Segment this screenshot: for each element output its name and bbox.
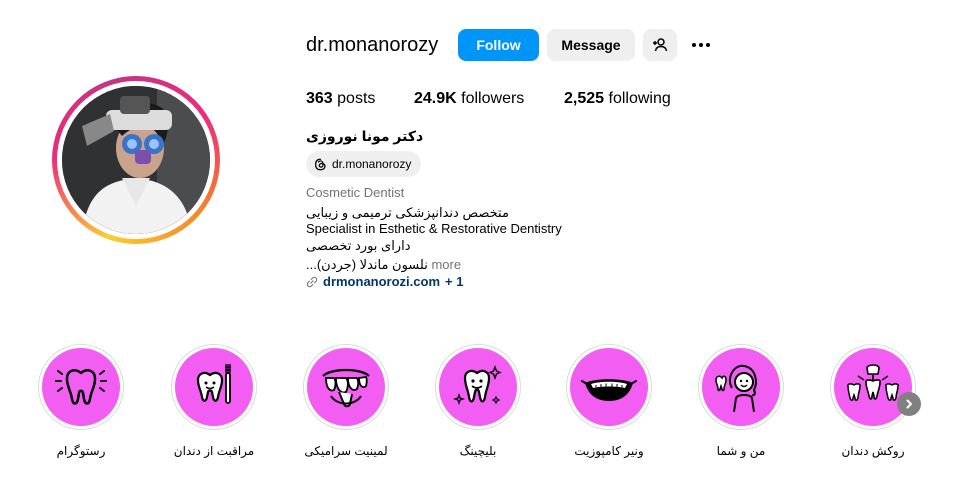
following-link[interactable]: 2,525 following	[564, 90, 671, 108]
threads-handle: dr.monanorozy	[332, 157, 412, 171]
highlight-cover	[570, 348, 648, 426]
highlight-label: لمینیت سرامیکی	[304, 444, 388, 458]
profile-full-name: دکتر مونا نوروزی	[306, 128, 424, 144]
highlight-cover	[702, 348, 780, 426]
highlight-cover	[439, 348, 517, 426]
followers-number: 24.9K	[414, 90, 457, 107]
link-extra: + 1	[445, 274, 464, 289]
message-button[interactable]: Message	[547, 29, 635, 61]
bio-line-truncated: نلسون ماندلا (جردن)... more	[306, 257, 461, 273]
highlight-cover	[175, 348, 253, 426]
highlight-item[interactable]: بلیچینگ	[434, 344, 522, 458]
posts-label: posts	[337, 90, 376, 107]
highlights-next-button[interactable]	[897, 392, 921, 416]
highlight-cover	[307, 348, 385, 426]
more-dot	[699, 43, 703, 47]
avatar-photo	[62, 86, 210, 234]
bio-line: دارای بورد تخصصی	[306, 238, 411, 253]
highlight-cover	[834, 348, 912, 426]
threads-icon	[315, 158, 326, 170]
highlight-item[interactable]: رستوگرام	[37, 344, 125, 458]
more-dot	[692, 43, 696, 47]
story-ring[interactable]	[52, 76, 220, 244]
highlight-cover	[42, 348, 120, 426]
highlight-item[interactable]: من و شما	[697, 344, 785, 458]
avatar[interactable]	[62, 86, 210, 234]
dental-crown-icon	[847, 364, 899, 401]
highlight-ring	[171, 344, 257, 430]
highlight-label: من و شما	[716, 444, 766, 458]
profile-category: Cosmetic Dentist	[306, 185, 405, 200]
highlight-label: رستوگرام	[56, 444, 106, 458]
follow-button[interactable]: Follow	[458, 29, 539, 61]
highlight-label: مراقبت از دندان	[173, 444, 255, 458]
smiling-tooth-icon	[452, 365, 502, 406]
link-text: drmonanorozi.com	[323, 274, 441, 289]
followers-label: followers	[461, 90, 525, 107]
suggest-people-button[interactable]	[643, 29, 677, 61]
highlight-item[interactable]: مراقبت از دندان	[170, 344, 258, 458]
highlight-ring	[698, 344, 784, 430]
veneer-teeth-icon	[322, 368, 370, 408]
following-label: following	[608, 90, 671, 107]
highlight-ring	[303, 344, 389, 430]
chevron-right-icon	[906, 399, 912, 409]
posts-count: 363 posts	[306, 90, 375, 108]
bio-line: متخصص دندانپزشکی ترمیمی و زیبایی	[306, 205, 509, 220]
tooth-toothbrush-icon	[196, 364, 231, 404]
threads-badge[interactable]: dr.monanorozy	[306, 151, 422, 177]
more-options-button[interactable]	[688, 33, 714, 57]
highlight-ring	[830, 344, 916, 430]
bio-line: Specialist in Esthetic & Restorative Den…	[306, 221, 562, 236]
bio-link[interactable]: drmonanorozi.com + 1	[306, 274, 463, 289]
highlight-label: ونیر کامپوزیت	[574, 444, 644, 458]
following-number: 2,525	[564, 90, 605, 107]
smile-teeth-icon	[581, 379, 637, 401]
posts-number: 363	[306, 90, 333, 107]
link-icon	[306, 276, 318, 287]
highlight-ring	[435, 344, 521, 430]
highlight-item[interactable]: ونیر کامپوزیت	[565, 344, 653, 458]
more-link[interactable]: more	[428, 257, 461, 272]
bio-line: نلسون ماندلا (جردن)...	[306, 257, 428, 272]
highlight-label: بلیچینگ	[459, 444, 497, 458]
profile-username: dr.monanorozy	[306, 34, 439, 56]
highlight-label: روکش دندان	[841, 444, 905, 458]
followers-link[interactable]: 24.9K followers	[414, 90, 524, 108]
tooth-sparkle-icon	[55, 369, 107, 405]
highlight-ring	[566, 344, 652, 430]
highlight-ring	[38, 344, 124, 430]
more-dot	[706, 43, 710, 47]
woman-tooth-icon	[715, 364, 757, 413]
add-person-icon	[653, 38, 668, 52]
highlight-item[interactable]: لمینیت سرامیکی	[302, 344, 390, 458]
